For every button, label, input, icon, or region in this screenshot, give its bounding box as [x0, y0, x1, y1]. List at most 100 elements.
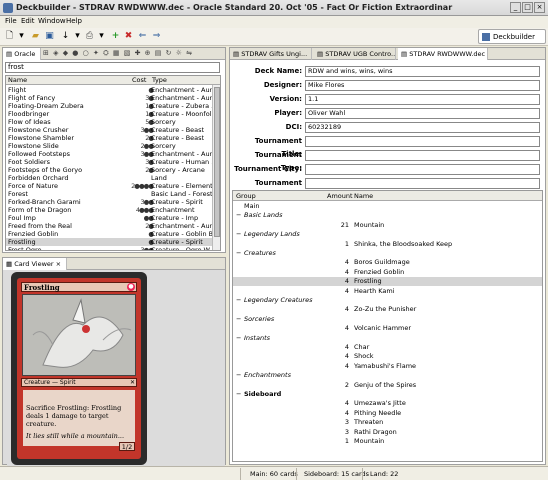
add-icon[interactable]: + [110, 31, 121, 42]
decklist-card-row[interactable]: 4 Shock [233, 352, 542, 361]
collapse-toggle-icon[interactable]: − [236, 296, 241, 305]
decklist-card-row[interactable]: 4 Boros Guildmage [233, 258, 542, 267]
oracle-card-row[interactable]: Foot Soldiers 3● Creature - Human ... [6, 158, 214, 166]
column-header-name[interactable]: Name [8, 76, 27, 85]
decklist-group-row[interactable]: − Legendary Lands [233, 230, 542, 239]
oracle-card-row[interactable]: Floodbringer 1● Creature - Moonfol... [6, 110, 214, 118]
oracle-card-row[interactable]: Frenzied Goblin ● Creature - Goblin B... [6, 230, 214, 238]
decklist-card-row[interactable]: 1 Mountain [233, 437, 542, 446]
tournament-city-input[interactable] [305, 164, 540, 175]
tournament-type-input[interactable] [305, 150, 540, 161]
oracle-card-row[interactable]: Floating-Dream Zubera 1● Creature - Zubera… [6, 102, 214, 110]
tournament-date-input[interactable] [305, 178, 540, 189]
tab-deck-ugb[interactable]: ▤ STDRAV UGB Contro... [314, 48, 396, 60]
decklist-card-row[interactable]: 4 Zo-Zu the Punisher [233, 305, 542, 314]
menu-help[interactable]: Help [66, 17, 82, 25]
designer-input[interactable]: Mike Flores [305, 80, 540, 91]
tab-card-viewer[interactable]: ▦ Card Viewer × [3, 258, 67, 270]
remove-icon[interactable]: ✖ [123, 31, 134, 42]
close-button[interactable]: × [534, 2, 545, 13]
decklist-card-row[interactable]: 4 Char [233, 343, 542, 352]
oracle-card-row[interactable]: Flight ● Enchantment - Aura [6, 86, 214, 94]
column-header-cost[interactable]: Cost [132, 76, 146, 85]
menu-edit[interactable]: Edit [21, 17, 35, 25]
decklist-card-row[interactable]: 4 Umezawa's Jitte [233, 399, 542, 408]
oracle-card-row[interactable]: Foul Imp ●● Creature - Imp [6, 214, 214, 222]
oracle-search-input[interactable]: frost [5, 62, 220, 73]
collapse-toggle-icon[interactable]: − [236, 315, 241, 324]
maximize-button[interactable]: □ [522, 2, 533, 13]
decklist-card-row[interactable]: 4 Frostling [233, 277, 542, 287]
version-input[interactable]: 1.1 [305, 94, 540, 105]
decklist-group-row[interactable]: − Enchantments [233, 371, 542, 380]
oracle-card-row[interactable]: Forbidden Orchard Land [6, 174, 214, 182]
tab-deck-gifts[interactable]: ▤ STDRAV Gifts Ungi... [230, 48, 312, 60]
close-icon[interactable]: × [56, 260, 61, 268]
oracle-scroll-thumb[interactable] [214, 87, 220, 237]
print-icon[interactable]: ⎙ [84, 31, 95, 42]
collapse-toggle-icon[interactable]: − [236, 230, 241, 239]
oracle-scrollbar[interactable] [212, 85, 220, 250]
save-icon[interactable]: ▣ [44, 31, 55, 42]
collapse-toggle-icon[interactable]: − [236, 211, 241, 220]
decklist-card-row[interactable]: 1 Shinka, the Bloodsoaked Keep [233, 240, 542, 249]
collapse-toggle-icon[interactable]: − [236, 371, 241, 380]
oracle-card-row[interactable]: Flowstone Shambler 2● Creature - Beast [6, 134, 214, 142]
perspective-button[interactable]: Deckbuilder [478, 29, 546, 44]
oracle-card-row[interactable]: Force of Nature 2●●●● Creature - Elemental [6, 182, 214, 190]
oracle-card-row[interactable]: Flowstone Crusher 3●● Creature - Beast [6, 126, 214, 134]
decklist-card-row[interactable]: 4 Pithing Needle [233, 409, 542, 418]
decklist-card-row[interactable]: 3 Rathi Dragon [233, 428, 542, 437]
decklist-card-row[interactable]: 4 Hearth Kami [233, 287, 542, 296]
player-input[interactable]: Oliver Wahl [305, 108, 540, 119]
oracle-filter-icons[interactable]: ⊞ ◈ ◆ ● ○ ✦ ⛭ ▦ ▧ ✚ ⊕ ▤ ↻ ☼ ⇋ [43, 49, 193, 58]
decklist-card-row[interactable]: 3 Threaten [233, 418, 542, 427]
decklist-group-row[interactable]: Main [233, 202, 542, 211]
decklist-group-row[interactable]: − Sideboard [233, 390, 542, 399]
oracle-card-row[interactable]: Flight of Fancy 3● Enchantment - Aura [6, 94, 214, 102]
oracle-card-row[interactable]: Footsteps of the Goryo 2● Sorcery - Arcane [6, 166, 214, 174]
tab-oracle[interactable]: ▤ Oracle [3, 48, 41, 60]
dropdown-icon[interactable]: ▾ [72, 31, 83, 42]
tab-deck-rwdwww[interactable]: ▤ STDRAV RWDWWW.dec [398, 48, 488, 60]
oracle-card-row[interactable]: Frost Ogre 3●● Creature - Ogre W... [6, 246, 214, 250]
decklist-group-row[interactable]: − Basic Lands [233, 211, 542, 220]
decklist-group-row[interactable]: − Legendary Creatures [233, 296, 542, 305]
collapse-toggle-icon[interactable]: − [236, 249, 241, 258]
column-header-type[interactable]: Type [152, 76, 167, 85]
oracle-card-row[interactable]: Freed from the Real 2● Enchantment - Aura [6, 222, 214, 230]
decklist-card-row[interactable]: 4 Yamabushi's Flame [233, 362, 542, 371]
new-file-icon[interactable]: 🗋 [4, 31, 15, 42]
decklist-card-row[interactable]: 4 Volcanic Hammer [233, 324, 542, 333]
decklist-group-row[interactable]: − Sorceries [233, 315, 542, 324]
move-right-icon[interactable]: ⇒ [151, 31, 162, 42]
collapse-toggle-icon[interactable]: − [236, 334, 241, 343]
column-header-amount[interactable]: Amount [327, 191, 353, 201]
decklist-card-row[interactable]: 21 Mountain [233, 221, 542, 230]
decklist-group-row[interactable]: − Instants [233, 334, 542, 343]
minimize-button[interactable]: _ [510, 2, 521, 13]
deck-name-input[interactable]: RDW and wins, wins, wins [305, 66, 540, 77]
oracle-card-row[interactable]: Flowstone Slide 2●● Sorcery [6, 142, 214, 150]
tournament-title-input[interactable] [305, 136, 540, 147]
dropdown-icon[interactable]: ▾ [96, 31, 107, 42]
menu-window[interactable]: Window [38, 17, 66, 25]
open-folder-icon[interactable]: ▰ [30, 31, 41, 42]
collapse-toggle-icon[interactable]: − [236, 390, 241, 399]
column-header-name[interactable]: Name [354, 191, 373, 201]
decklist-card-row[interactable]: 2 Genju of the Spires [233, 381, 542, 390]
dropdown-icon[interactable]: ▾ [16, 31, 27, 42]
oracle-card-row[interactable]: Forest Basic Land - Forest [6, 190, 214, 198]
oracle-card-row[interactable]: Followed Footsteps 3●● Enchantment - Aura [6, 150, 214, 158]
dci-input[interactable]: 60232189 [305, 122, 540, 133]
column-header-group[interactable]: Group [236, 191, 256, 201]
arrow-down-icon[interactable]: ↓ [60, 31, 71, 42]
oracle-card-row[interactable]: Form of the Dragon 4●●● Enchantment [6, 206, 214, 214]
oracle-card-row[interactable]: Flow of Ideas 5● Sorcery [6, 118, 214, 126]
decklist-card-row[interactable]: 4 Frenzied Goblin [233, 268, 542, 277]
move-left-icon[interactable]: ⇐ [137, 31, 148, 42]
menu-file[interactable]: File [5, 17, 17, 25]
decklist-group-row[interactable]: − Creatures [233, 249, 542, 258]
oracle-card-row[interactable]: Forked-Branch Garami 3●● Creature - Spirit [6, 198, 214, 206]
oracle-card-row[interactable]: Frostling ● Creature - Spirit [6, 238, 214, 246]
